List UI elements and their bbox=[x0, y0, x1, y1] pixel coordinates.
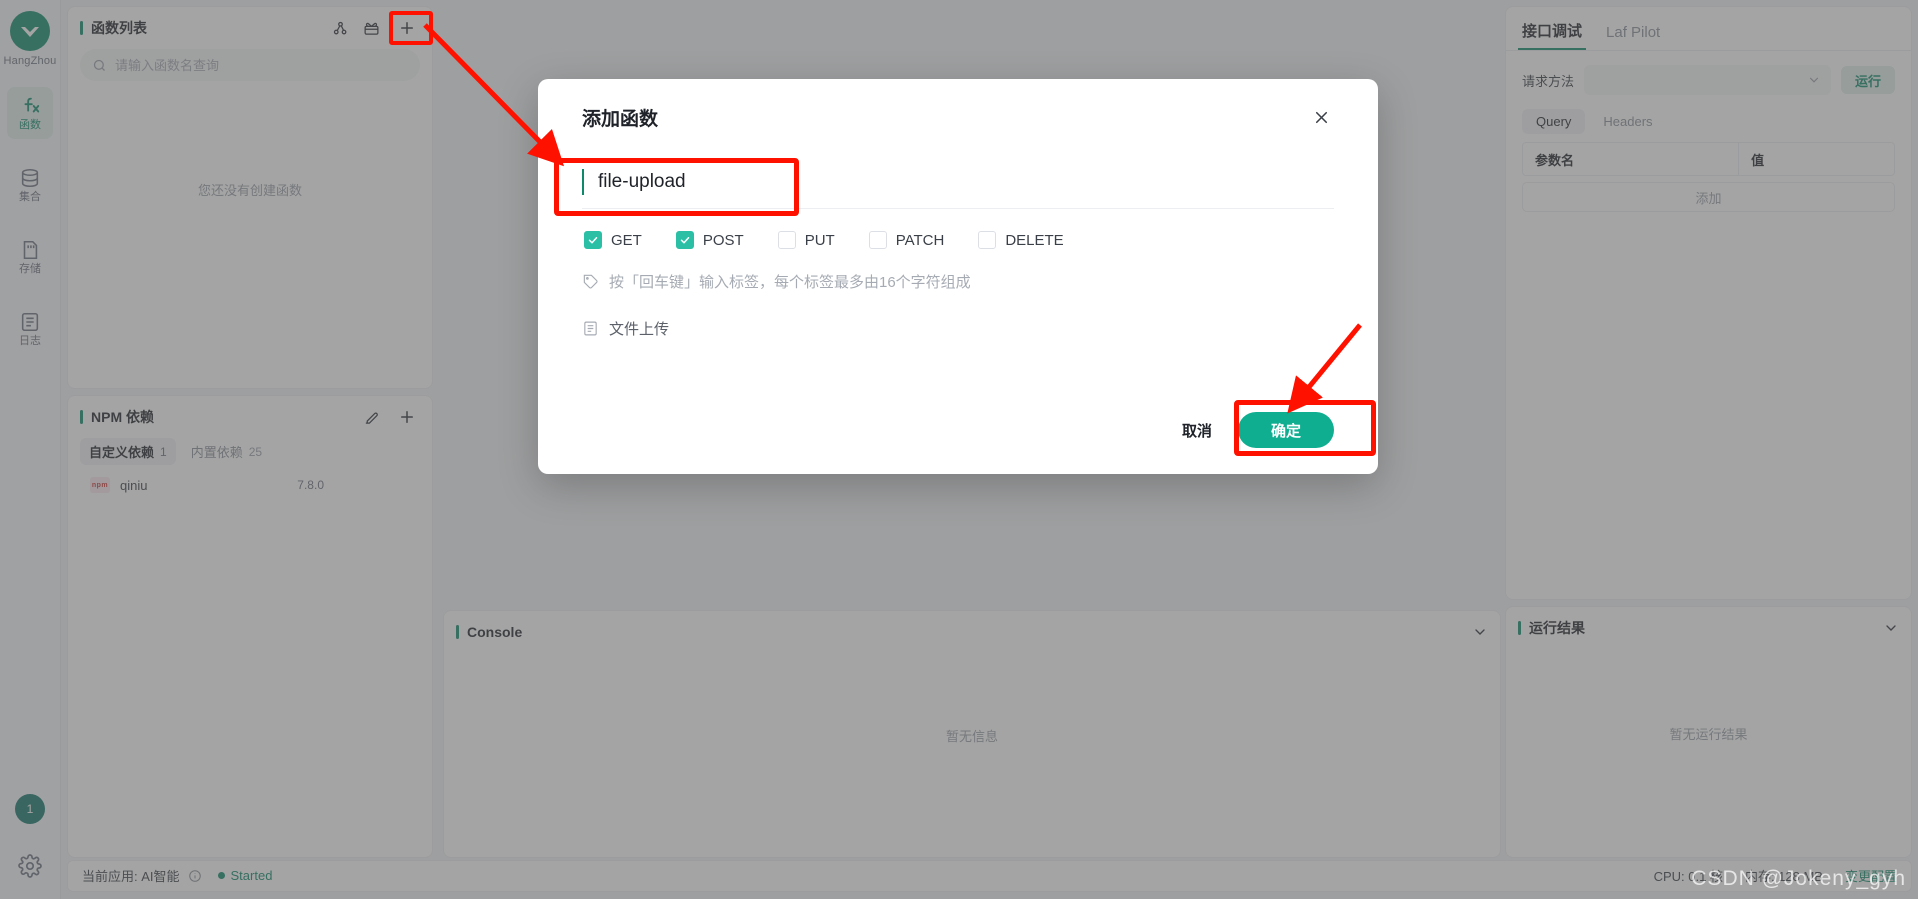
http-methods-group: GET POST PUT PATCH DELETE bbox=[582, 209, 1334, 249]
checkbox-box bbox=[868, 231, 887, 249]
checkbox-label: PUT bbox=[804, 231, 835, 249]
checkbox-patch[interactable]: PATCH bbox=[868, 231, 945, 249]
description-icon bbox=[584, 321, 597, 336]
cancel-button[interactable]: 取消 bbox=[1182, 420, 1212, 441]
text-caret bbox=[582, 168, 584, 195]
close-icon[interactable] bbox=[1308, 104, 1334, 130]
tag-icon bbox=[583, 274, 598, 289]
tags-placeholder: 按「回车键」输入标签，每个标签最多由16个字符组成 bbox=[609, 274, 971, 291]
app-root: HangZhou 函数 集合 bbox=[0, 0, 1918, 899]
description-text: 文件上传 bbox=[609, 321, 670, 338]
tags-input-row[interactable]: 按「回车键」输入标签，每个标签最多由16个字符组成 bbox=[582, 249, 1334, 292]
check-icon bbox=[680, 237, 690, 244]
description-row[interactable]: 文件上传 bbox=[582, 292, 1334, 339]
modal-title: 添加函数 bbox=[582, 108, 659, 130]
checkbox-box bbox=[777, 231, 796, 249]
checkbox-get[interactable]: GET bbox=[584, 231, 642, 249]
checkbox-label: POST bbox=[702, 231, 744, 249]
checkbox-delete[interactable]: DELETE bbox=[978, 231, 1064, 249]
function-name-input[interactable] bbox=[597, 170, 1334, 193]
confirm-button[interactable]: 确定 bbox=[1238, 412, 1334, 448]
checkbox-post[interactable]: POST bbox=[675, 231, 744, 249]
checkbox-box bbox=[584, 231, 602, 249]
checkbox-box bbox=[675, 231, 694, 249]
check-icon bbox=[588, 237, 598, 244]
function-name-field[interactable] bbox=[582, 155, 1334, 209]
add-function-modal: 添加函数 GET POST bbox=[538, 79, 1378, 474]
modal-footer: 取消 确定 bbox=[582, 412, 1334, 474]
modal-header: 添加函数 bbox=[582, 79, 1334, 155]
checkbox-label: PATCH bbox=[895, 231, 945, 249]
checkbox-box bbox=[978, 231, 997, 249]
checkbox-label: GET bbox=[611, 231, 642, 249]
checkbox-label: DELETE bbox=[1005, 231, 1064, 249]
checkbox-put[interactable]: PUT bbox=[777, 231, 835, 249]
